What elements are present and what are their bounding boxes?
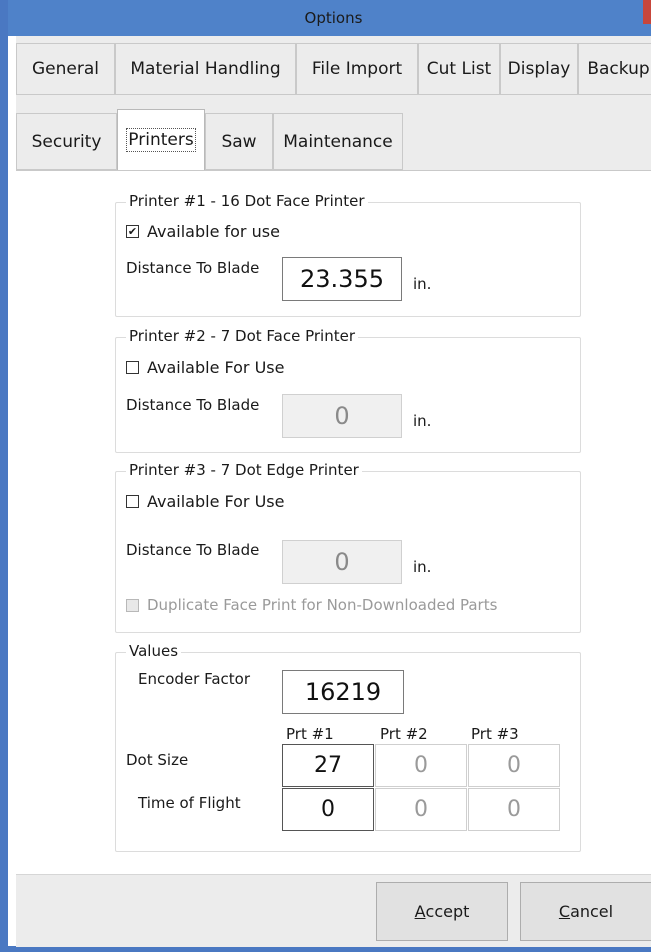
checkbox-unchecked-icon [126,361,139,374]
printer3-title: Printer #3 - 7 Dot Edge Printer [126,461,362,479]
printer3-duplicate-label: Duplicate Face Print for Non-Downloaded … [147,596,498,614]
column-prt3: Prt #3 [471,725,519,743]
column-prt2: Prt #2 [380,725,428,743]
printer1-distance-label: Distance To Blade [126,259,260,277]
time-of-flight-label: Time of Flight [138,794,241,812]
printer3-available-label: Available For Use [147,492,285,511]
printer2-title: Printer #2 - 7 Dot Face Printer [126,327,359,345]
column-prt1: Prt #1 [286,725,334,743]
cancel-button[interactable]: Cancel [520,882,651,941]
tab-material-handling[interactable]: Material Handling [115,43,296,95]
accept-button[interactable]: Accept [376,882,508,941]
encoder-factor-label: Encoder Factor [138,670,251,688]
options-window: Options General Material Handling File I… [0,0,651,952]
printer1-available-label: Available for use [147,222,280,241]
printer2-unit: in. [413,412,432,430]
printer2-available-label: Available For Use [147,358,285,377]
tab-maintenance[interactable]: Maintenance [273,113,403,170]
checkbox-checked-icon: ✔ [126,225,139,238]
printer2-group: Printer #2 - 7 Dot Face Printer Availabl… [115,327,581,453]
checkbox-disabled-icon [126,598,139,612]
printer2-available-checkbox[interactable]: Available For Use [126,358,284,377]
tab-strip: General Material Handling File Import Cu… [16,36,651,176]
close-icon[interactable] [643,0,651,24]
dialog-footer: Accept Cancel [16,874,651,947]
tab-backup[interactable]: Backup [578,43,651,95]
values-title: Values [126,642,182,660]
printer3-duplicate-checkbox[interactable]: Duplicate Face Print for Non-Downloaded … [126,596,497,614]
printer2-distance-label: Distance To Blade [126,396,260,414]
time-of-flight-prt2-field[interactable]: 0 [375,788,467,831]
printer1-available-checkbox[interactable]: ✔ Available for use [126,222,280,241]
tab-general[interactable]: General [16,43,115,95]
tab-file-import[interactable]: File Import [296,43,418,95]
tab-printers[interactable]: Printers [117,109,205,171]
dot-size-prt2-field[interactable]: 0 [375,744,467,787]
printer1-title: Printer #1 - 16 Dot Face Printer [126,192,368,210]
checkbox-unchecked-icon [126,495,139,508]
encoder-factor-field[interactable]: 16219 [282,670,404,714]
tab-security[interactable]: Security [16,113,117,170]
tab-cut-list[interactable]: Cut List [418,43,500,95]
printer1-distance-field[interactable]: 23.355 [282,257,402,301]
dot-size-prt1-field[interactable]: 27 [282,744,374,787]
printer3-distance-label: Distance To Blade [126,541,260,559]
printer1-group: Printer #1 - 16 Dot Face Printer ✔ Avail… [115,192,581,317]
printer3-available-checkbox[interactable]: Available For Use [126,492,284,511]
printer3-distance-field[interactable]: 0 [282,540,402,584]
values-group: Values Encoder Factor 16219 Prt #1 Prt #… [115,642,581,852]
time-of-flight-prt3-field[interactable]: 0 [468,788,560,831]
printer3-unit: in. [413,558,432,576]
printer3-group: Printer #3 - 7 Dot Edge Printer Availabl… [115,461,581,633]
printer1-unit: in. [413,275,432,293]
tab-saw[interactable]: Saw [205,113,273,170]
printer2-distance-field[interactable]: 0 [282,394,402,438]
dot-size-label: Dot Size [126,751,189,769]
window-title: Options [304,9,363,27]
time-of-flight-prt1-field[interactable]: 0 [282,788,374,831]
title-bar[interactable]: Options [8,0,651,36]
tab-display[interactable]: Display [500,43,578,95]
printers-panel: Printer #1 - 16 Dot Face Printer ✔ Avail… [16,171,651,874]
dot-size-prt3-field[interactable]: 0 [468,744,560,787]
